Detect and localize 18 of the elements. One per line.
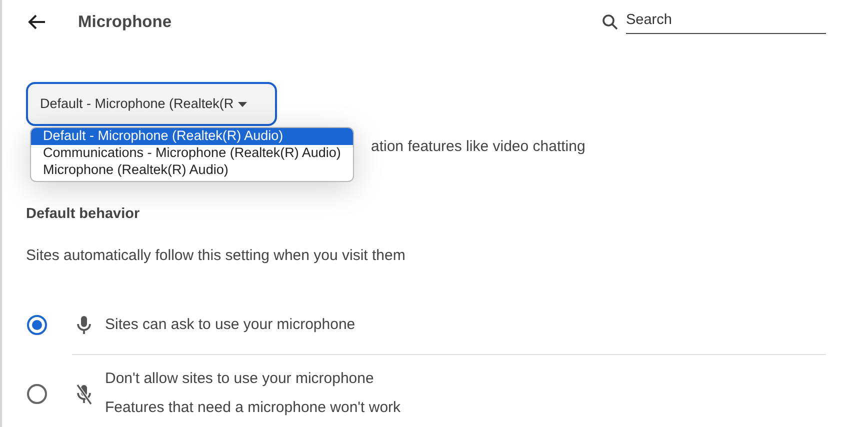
- radio-button[interactable]: [27, 384, 47, 404]
- section-heading: Default behavior: [26, 204, 141, 224]
- device-dropdown[interactable]: Default - Microphone (Realtek(R: [26, 82, 277, 126]
- muted-microphone-icon: [76, 382, 92, 405]
- description-text: ation features like video chatting: [371, 137, 586, 157]
- page-title: Microphone: [78, 12, 172, 33]
- back-icon[interactable]: [28, 14, 46, 30]
- radio-button[interactable]: [27, 314, 47, 335]
- section-description: Sites automatically follow this setting when you visit them: [26, 246, 406, 266]
- caret-icon: [238, 102, 247, 106]
- dropdown-option[interactable]: Communications - Microphone (Realtek(R) Audio): [31, 145, 353, 162]
- search-icon: [602, 14, 618, 30]
- dropdown-option[interactable]: Microphone (Realtek(R) Audio): [31, 162, 353, 179]
- option-label: Sites can ask to use your microphone: [105, 314, 356, 334]
- option-label: Don't allow sites to use your microphone: [105, 369, 375, 390]
- option-description: Features that need a microphone won't work: [105, 398, 401, 418]
- microphone-icon: [76, 314, 92, 336]
- dropdown-option[interactable]: Default - Microphone (Realtek(R) Audio): [31, 128, 353, 145]
